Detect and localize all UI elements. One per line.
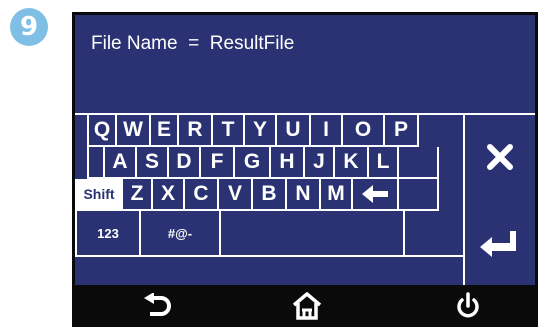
- action-column: [463, 115, 535, 285]
- key-blank-right: [405, 211, 463, 257]
- key-w[interactable]: W: [117, 115, 151, 147]
- key-spacer-left: [87, 147, 105, 179]
- shift-key[interactable]: Shift: [75, 179, 123, 211]
- key-spacer-right: [399, 147, 439, 179]
- key-q[interactable]: Q: [87, 115, 117, 147]
- key-v[interactable]: V: [219, 179, 253, 211]
- key-r[interactable]: R: [179, 115, 213, 147]
- numeric-mode-key[interactable]: 123: [75, 211, 141, 257]
- text-entry-display: File Name = ResultFile: [75, 15, 535, 115]
- key-h[interactable]: H: [271, 147, 305, 179]
- key-j[interactable]: J: [305, 147, 335, 179]
- key-spacer-row3: [399, 179, 439, 211]
- key-s[interactable]: S: [137, 147, 169, 179]
- step-number-badge: 9: [10, 8, 48, 46]
- key-x[interactable]: X: [153, 179, 185, 211]
- key-g[interactable]: G: [235, 147, 271, 179]
- bottom-navigation-bar: [72, 285, 538, 327]
- key-f[interactable]: F: [201, 147, 235, 179]
- on-screen-keyboard: Q W E R T Y U I O P A S D F G H J K L Sh…: [75, 115, 463, 285]
- space-key[interactable]: [221, 211, 405, 257]
- key-u[interactable]: U: [277, 115, 311, 147]
- arrow-left-icon: [362, 185, 388, 203]
- close-icon: [487, 144, 513, 170]
- key-l[interactable]: L: [369, 147, 399, 179]
- key-i[interactable]: I: [311, 115, 343, 147]
- enter-button[interactable]: [465, 211, 535, 275]
- key-d[interactable]: D: [169, 147, 201, 179]
- back-icon: [144, 293, 171, 316]
- key-b[interactable]: B: [253, 179, 287, 211]
- home-icon: [292, 292, 322, 320]
- device-screen: File Name = ResultFile Q W E R T Y U I O…: [72, 12, 538, 327]
- power-icon: [457, 292, 479, 318]
- key-a[interactable]: A: [105, 147, 137, 179]
- key-y[interactable]: Y: [245, 115, 277, 147]
- key-m[interactable]: M: [321, 179, 353, 211]
- file-name-text: File Name = ResultFile: [91, 33, 295, 54]
- clear-button[interactable]: [465, 125, 535, 189]
- key-c[interactable]: C: [185, 179, 219, 211]
- key-n[interactable]: N: [287, 179, 321, 211]
- keyboard-panel: File Name = ResultFile Q W E R T Y U I O…: [75, 15, 535, 285]
- symbol-mode-key[interactable]: #@-: [141, 211, 221, 257]
- key-o[interactable]: O: [343, 115, 385, 147]
- key-e[interactable]: E: [151, 115, 179, 147]
- back-button[interactable]: [138, 291, 178, 321]
- home-button[interactable]: [287, 291, 327, 321]
- key-p[interactable]: P: [385, 115, 419, 147]
- key-k[interactable]: K: [335, 147, 369, 179]
- power-button[interactable]: [448, 291, 488, 321]
- backspace-key[interactable]: [353, 179, 399, 211]
- key-t[interactable]: T: [213, 115, 245, 147]
- key-z[interactable]: Z: [123, 179, 153, 211]
- enter-icon: [480, 231, 516, 257]
